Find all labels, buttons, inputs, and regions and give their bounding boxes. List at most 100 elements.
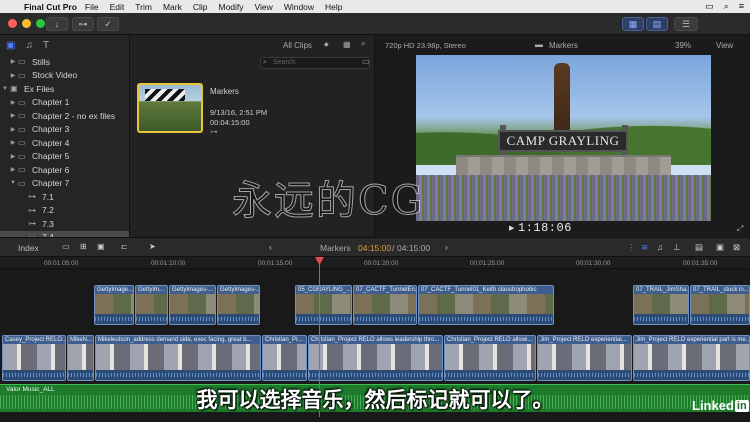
select-tool-icon[interactable]: ➤ xyxy=(149,242,156,251)
sidebar-item-chapter-3[interactable]: ▶ ▭ Chapter 3 xyxy=(0,123,129,137)
menu-modify[interactable]: Modify xyxy=(218,2,243,12)
headphones-icon[interactable]: ♫ xyxy=(657,242,663,252)
primary-clip[interactable]: Mikeleutson_address demand side, exec fa… xyxy=(95,335,261,381)
sidebar-item-chapter-5[interactable]: ▶ ▭ Chapter 5 xyxy=(0,150,129,164)
libraries-toggle-icon[interactable]: ▦ xyxy=(622,17,644,31)
connected-clip[interactable]: GettyImages-... xyxy=(169,285,216,325)
menu-file[interactable]: File xyxy=(85,2,99,12)
close-window-button[interactable] xyxy=(8,19,17,28)
connect-clip-icon[interactable]: ⊏ xyxy=(121,242,128,251)
menu-trim[interactable]: Trim xyxy=(135,2,152,12)
search-input[interactable]: Search xyxy=(260,57,370,69)
skimming-icon[interactable]: ⋮ xyxy=(627,242,636,253)
sidebar-item-7-3[interactable]: ⊶ 7.3 xyxy=(0,217,129,231)
history-back-icon[interactable]: ‹ xyxy=(269,242,272,252)
snapping-icon[interactable]: ⊥ xyxy=(673,242,680,253)
play-icon[interactable]: ▶ xyxy=(509,224,514,232)
filmstrip-icon[interactable]: ▭ xyxy=(362,57,370,66)
view-options-dropdown[interactable]: View xyxy=(716,41,733,50)
clip-waveform xyxy=(354,314,416,324)
sidebar-tabs: ▣ ♫ T xyxy=(0,35,129,55)
disclosure-down-icon[interactable]: ▼ xyxy=(8,180,18,186)
primary-clip[interactable]: Jim_Project RELO experiential part is me… xyxy=(633,335,750,381)
clip-waveform xyxy=(218,314,259,324)
logo-in-box: in xyxy=(734,399,749,412)
connected-clip[interactable]: GettyIm... xyxy=(135,285,168,325)
timeline-toggle-icon[interactable]: ▤ xyxy=(646,17,668,31)
menu-mark[interactable]: Mark xyxy=(163,2,182,12)
sidebar-item-chapter-7[interactable]: ▼ ▭ Chapter 7 xyxy=(0,177,129,191)
menu-clip[interactable]: Clip xyxy=(193,2,208,12)
timeline-ruler[interactable]: 00:01:05:00 00:01:10:00 00:01:15:00 00:0… xyxy=(0,257,750,269)
connected-clip[interactable]: 07_CACTF_TunnelEn... xyxy=(353,285,417,325)
inspector-toggle-icon[interactable]: ☰ xyxy=(674,17,698,31)
connected-clip[interactable]: 07_TRAIL_JimSha... xyxy=(633,285,689,325)
sidebar-item-chapter-6[interactable]: ▶ ▭ Chapter 6 xyxy=(0,163,129,177)
clip-label: MikeN... xyxy=(70,337,93,343)
background-tasks-icon[interactable]: ✓ xyxy=(97,17,119,31)
clip-appearance-icon[interactable]: ▦ xyxy=(343,40,351,49)
search-icon[interactable]: ⌕ xyxy=(724,1,729,12)
connected-clip[interactable]: 05_CGRAYLING_... xyxy=(295,285,352,325)
clip-waveform xyxy=(296,314,351,324)
sidebar-item-stock-video[interactable]: ▶ ▭ Stock Video xyxy=(0,69,129,83)
primary-clip[interactable]: Christian_Project RELO allows leadership… xyxy=(308,335,443,381)
primary-clip[interactable]: MikeN... xyxy=(67,335,94,381)
disclosure-right-icon[interactable]: ▶ xyxy=(8,72,18,79)
effects-browser-icon[interactable]: ▣ xyxy=(716,242,724,253)
append-clip-icon[interactable]: ▭ xyxy=(62,242,70,251)
search-toggle-icon[interactable]: ⌕ xyxy=(361,39,365,49)
disclosure-right-icon[interactable]: ▶ xyxy=(8,139,18,146)
insert-clip-icon[interactable]: ⊞ xyxy=(80,242,87,251)
menu-window[interactable]: Window xyxy=(284,2,314,12)
titles-generators-icon[interactable]: T xyxy=(43,40,49,51)
zoom-window-button[interactable] xyxy=(36,19,45,28)
overwrite-clip-icon[interactable]: ▣ xyxy=(97,242,105,251)
video-frame[interactable]: CAMP GRAYLING xyxy=(416,55,711,221)
disclosure-right-icon[interactable]: ▶ xyxy=(8,112,18,119)
primary-clip[interactable]: Christian_Project RELO allowi... xyxy=(444,335,536,381)
connected-clip[interactable]: GettyImage... xyxy=(94,285,134,325)
menu-extras-icon[interactable]: ≡ xyxy=(739,1,744,12)
transitions-browser-icon[interactable]: ⊠ xyxy=(733,242,740,253)
disclosure-down-icon[interactable]: ▼ xyxy=(0,86,10,92)
audio-skimming-icon[interactable]: ≋ xyxy=(641,242,648,253)
connected-clip[interactable]: GettyImages-... xyxy=(217,285,260,325)
sidebar-item-chapter-2[interactable]: ▶ ▭ Chapter 2 - no ex files xyxy=(0,109,129,123)
keywords-icon[interactable]: ⊶ xyxy=(72,17,94,31)
primary-clip[interactable]: Jim_Project RELO experiential... xyxy=(537,335,632,381)
menu-view[interactable]: View xyxy=(255,2,273,12)
menu-help[interactable]: Help xyxy=(325,2,342,12)
minimize-window-button[interactable] xyxy=(22,19,31,28)
chevron-down-icon[interactable]: ◆ xyxy=(324,41,329,48)
sidebar-item-chapter-1[interactable]: ▶ ▭ Chapter 1 xyxy=(0,96,129,110)
sidebar-item-ex-files[interactable]: ▼ ▣ Ex Files xyxy=(0,82,129,96)
photos-audio-icon[interactable]: ♫ xyxy=(25,40,33,51)
fullscreen-icon[interactable]: ⤢ xyxy=(737,224,743,234)
primary-clip[interactable]: Christian_Pr... xyxy=(262,335,307,381)
disclosure-right-icon[interactable]: ▶ xyxy=(8,58,18,65)
history-forward-icon[interactable]: › xyxy=(445,242,448,252)
sidebar-item-label: Chapter 2 - no ex files xyxy=(32,110,116,121)
clip-appearance-icon[interactable]: ▤ xyxy=(695,242,703,253)
connected-clip[interactable]: 07_CACTF_Tunnel01_Keith claustrophobic xyxy=(418,285,554,325)
disclosure-right-icon[interactable]: ▶ xyxy=(8,126,18,133)
index-button[interactable]: Index xyxy=(18,243,39,253)
zoom-level-dropdown[interactable]: 39% xyxy=(675,41,691,50)
sidebar-item-stills[interactable]: ▶ ▭ Stills xyxy=(0,55,129,69)
sidebar-item-7-1[interactable]: ⊶ 7.1 xyxy=(0,190,129,204)
disclosure-right-icon[interactable]: ▶ xyxy=(8,99,18,106)
sidebar-item-7-2[interactable]: ⊶ 7.2 xyxy=(0,204,129,218)
libraries-icon[interactable]: ▣ xyxy=(6,40,15,51)
menu-edit[interactable]: Edit xyxy=(110,2,125,12)
sidebar-item-chapter-4[interactable]: ▶ ▭ Chapter 4 xyxy=(0,136,129,150)
battery-icon[interactable]: ▭ xyxy=(705,1,714,12)
disclosure-right-icon[interactable]: ▶ xyxy=(8,166,18,173)
disclosure-right-icon[interactable]: ▶ xyxy=(8,153,18,160)
connected-clip[interactable]: 07_TRAIL_stuck in... xyxy=(690,285,750,325)
clip-thumbnail[interactable] xyxy=(137,83,203,133)
clip-filter-dropdown[interactable]: All Clips xyxy=(283,41,312,50)
app-menu[interactable]: Final Cut Pro xyxy=(24,2,77,12)
primary-clip[interactable]: Casey_Project RELO... xyxy=(2,335,66,381)
import-icon[interactable]: ↓ xyxy=(46,17,68,31)
